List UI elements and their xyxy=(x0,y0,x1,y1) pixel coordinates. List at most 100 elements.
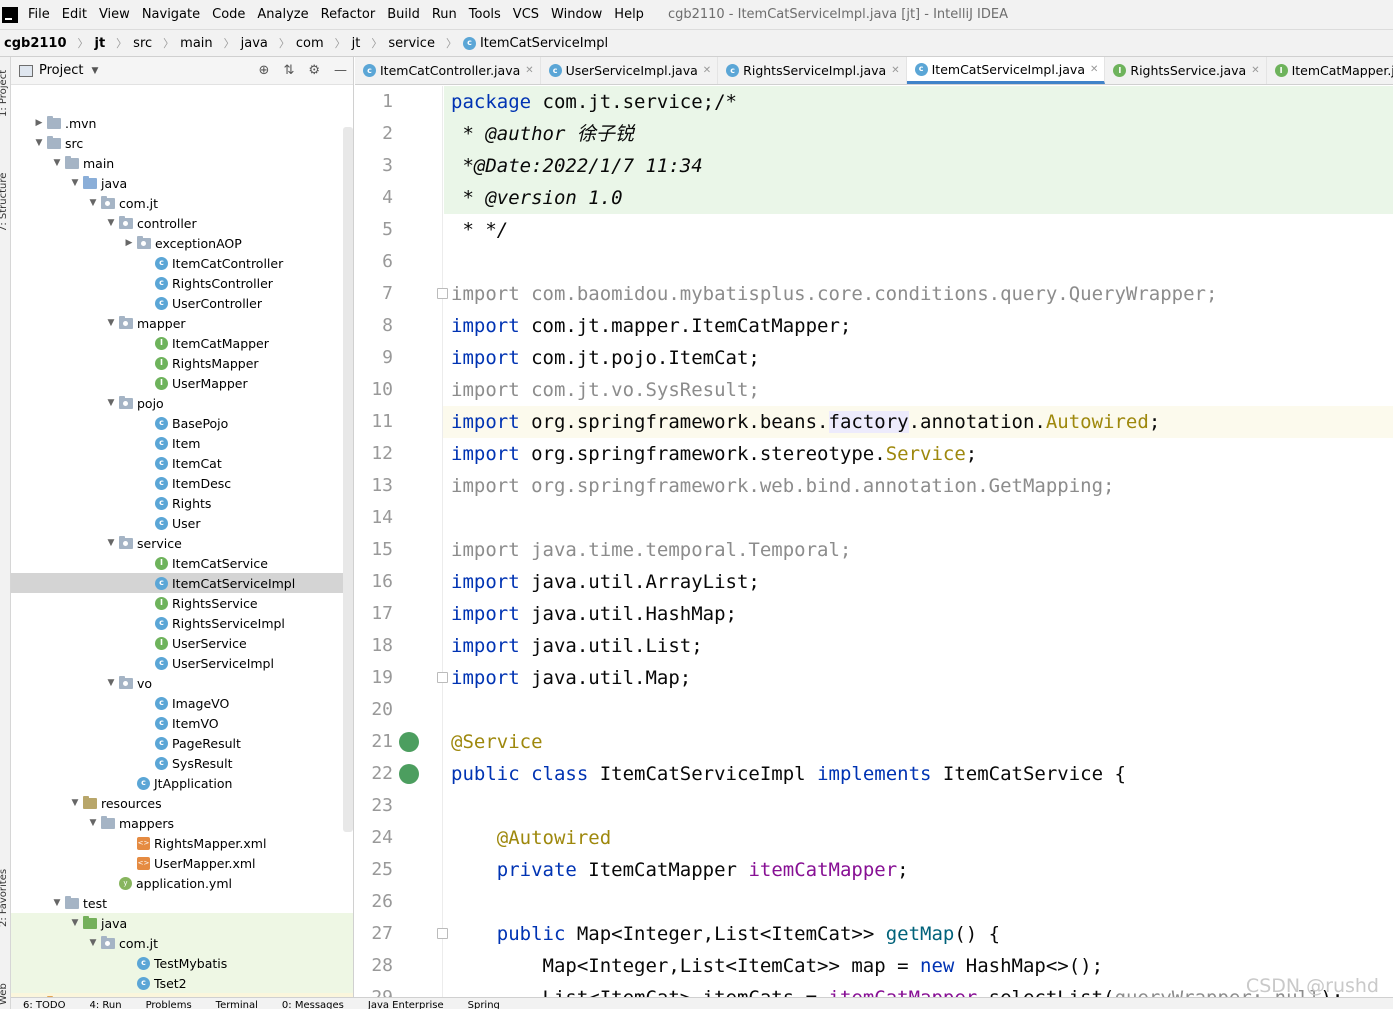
chevron-down-icon[interactable]: ▼ xyxy=(69,178,81,188)
tree-item[interactable]: c PageResult xyxy=(11,733,353,753)
tree-item[interactable]: ▼ src xyxy=(11,133,353,153)
tree-item[interactable]: ▼ com.jt xyxy=(11,933,353,953)
chevron-down-icon[interactable]: ▼ xyxy=(105,218,117,228)
project-title[interactable]: Project xyxy=(39,63,83,78)
chevron-down-icon[interactable]: ▼ xyxy=(33,138,45,148)
tree-item[interactable]: c ItemVO xyxy=(11,713,353,733)
tree-item[interactable]: I UserService xyxy=(11,633,353,653)
bottom-tool-button[interactable]: Problems xyxy=(134,998,204,1009)
breadcrumb-item[interactable]: main xyxy=(180,36,212,51)
breadcrumb-item[interactable]: com xyxy=(296,36,324,51)
locate-icon[interactable]: ⊕ xyxy=(259,63,270,78)
bottom-tool-button[interactable]: 6: TODO xyxy=(11,998,77,1009)
chevron-down-icon[interactable]: ▼ xyxy=(87,938,99,948)
bottom-tool-button[interactable]: Terminal xyxy=(204,998,270,1009)
tree-item[interactable]: I RightsService xyxy=(11,593,353,613)
fold-marker-icon[interactable] xyxy=(437,928,448,939)
breadcrumb-item[interactable]: java xyxy=(241,36,268,51)
gear-icon[interactable]: ⚙ xyxy=(308,63,320,78)
menu-window[interactable]: Window xyxy=(545,0,608,29)
tree-item[interactable]: c RightsServiceImpl xyxy=(11,613,353,633)
chevron-down-icon[interactable]: ▼ xyxy=(69,918,81,928)
tree-item[interactable]: c Item xyxy=(11,433,353,453)
bottom-tool-button[interactable]: 0: Messages xyxy=(270,998,356,1009)
stripe-project[interactable]: 1: Project xyxy=(0,70,9,117)
tree-item[interactable]: c User xyxy=(11,513,353,533)
tree-item[interactable]: ▼ java xyxy=(11,913,353,933)
tree-item[interactable]: I RightsMapper xyxy=(11,353,353,373)
tree-item[interactable]: ▶ .mvn xyxy=(11,113,353,133)
tree-item[interactable]: I ItemCatMapper xyxy=(11,333,353,353)
tree-item[interactable]: c ItemDesc xyxy=(11,473,353,493)
tree-item[interactable]: ▶ exceptionAOP xyxy=(11,233,353,253)
menu-navigate[interactable]: Navigate xyxy=(136,0,206,29)
tree-item[interactable]: c UserServiceImpl xyxy=(11,653,353,673)
chevron-down-icon[interactable]: ▼ xyxy=(105,318,117,328)
stripe-favorites[interactable]: 2: Favorites xyxy=(0,869,9,927)
editor-tab[interactable]: c RightsServiceImpl.java ✕ xyxy=(718,57,907,84)
chevron-down-icon[interactable]: ▼ xyxy=(69,798,81,808)
breadcrumb-item[interactable]: service xyxy=(388,36,435,51)
tree-item[interactable]: ▼ mapper xyxy=(11,313,353,333)
tree-item[interactable]: c BasePojo xyxy=(11,413,353,433)
menu-tools[interactable]: Tools xyxy=(463,0,507,29)
tree-item[interactable]: c JtApplication xyxy=(11,773,353,793)
tree-item[interactable]: I ItemCatService xyxy=(11,553,353,573)
tree-item[interactable]: ▼ service xyxy=(11,533,353,553)
menu-refactor[interactable]: Refactor xyxy=(315,0,382,29)
chevron-down-icon[interactable]: ▼ xyxy=(87,818,99,828)
close-icon[interactable]: ✕ xyxy=(891,65,899,76)
menu-code[interactable]: Code xyxy=(206,0,251,29)
tree-item[interactable]: <> RightsMapper.xml xyxy=(11,833,353,853)
chevron-down-icon[interactable]: ▼ xyxy=(105,538,117,548)
chevron-down-icon[interactable]: ▼ xyxy=(51,898,63,908)
tree-item[interactable]: ▼ com.jt xyxy=(11,193,353,213)
chevron-down-icon[interactable]: ▼ xyxy=(105,678,117,688)
stripe-structure[interactable]: 7: Structure xyxy=(0,173,9,232)
tree-item[interactable]: ▼ pojo xyxy=(11,393,353,413)
breadcrumb-item[interactable]: cgb2110 xyxy=(4,36,67,51)
stripe-web[interactable]: Web xyxy=(0,983,9,1005)
menu-build[interactable]: Build xyxy=(381,0,426,29)
breadcrumb-item[interactable]: ItemCatServiceImpl xyxy=(480,36,608,51)
code-editor[interactable]: 1 2 3 4 5 6 7 8 9 10 11 12 13 14 15 16 17 18 19 20 21 22 23 24 2… xyxy=(355,86,1393,997)
spring-bean-icon[interactable] xyxy=(399,764,419,784)
chevron-down-icon[interactable]: ▼ xyxy=(87,198,99,208)
menu-file[interactable]: File xyxy=(22,0,56,29)
close-icon[interactable]: ✕ xyxy=(525,65,533,76)
editor-tab[interactable]: c ItemCatServiceImpl.java ✕ xyxy=(906,57,1106,84)
tree-item[interactable]: ▼ mappers xyxy=(11,813,353,833)
spring-bean-icon[interactable] xyxy=(399,732,419,752)
tree-item[interactable]: c SysResult xyxy=(11,753,353,773)
menu-run[interactable]: Run xyxy=(426,0,463,29)
editor-tab[interactable]: c UserServiceImpl.java ✕ xyxy=(541,57,719,84)
tree-item[interactable]: ▼ controller xyxy=(11,213,353,233)
collapse-all-icon[interactable]: ⇅ xyxy=(283,63,294,78)
bottom-tool-button[interactable]: Spring xyxy=(456,998,512,1009)
menu-analyze[interactable]: Analyze xyxy=(251,0,314,29)
tree-item[interactable]: ▼ test xyxy=(11,893,353,913)
tree-item[interactable]: ▼ resources xyxy=(11,793,353,813)
fold-marker-icon[interactable] xyxy=(437,672,448,683)
editor-tab[interactable]: IItemCatMapper.java✕ xyxy=(1267,57,1393,84)
tree-item[interactable]: <> UserMapper.xml xyxy=(11,853,353,873)
chevron-down-icon[interactable]: ▼ xyxy=(51,158,63,168)
editor-tab[interactable]: I RightsService.java ✕ xyxy=(1105,57,1267,84)
tree-item[interactable]: ▼ java xyxy=(11,173,353,193)
close-icon[interactable]: ✕ xyxy=(703,65,711,76)
bottom-tool-button[interactable]: Java Enterprise xyxy=(356,998,456,1009)
tree-item[interactable]: ▼ main xyxy=(11,153,353,173)
tree-scrollbar[interactable] xyxy=(343,127,353,832)
breadcrumb-item[interactable]: jt xyxy=(95,36,106,51)
tree-item[interactable]: c ItemCatServiceImpl xyxy=(11,573,353,593)
close-icon[interactable]: ✕ xyxy=(1090,64,1098,75)
hide-icon[interactable]: — xyxy=(334,63,347,78)
tree-item[interactable]: c ImageVO xyxy=(11,693,353,713)
tree-item[interactable]: c TestMybatis xyxy=(11,953,353,973)
menu-help[interactable]: Help xyxy=(608,0,650,29)
fold-marker-icon[interactable] xyxy=(437,288,448,299)
chevron-down-icon[interactable]: ▼ xyxy=(105,398,117,408)
menu-edit[interactable]: Edit xyxy=(56,0,93,29)
chevron-down-icon[interactable]: ▼ xyxy=(91,66,98,76)
tree-item[interactable]: c Tset2 xyxy=(11,973,353,993)
